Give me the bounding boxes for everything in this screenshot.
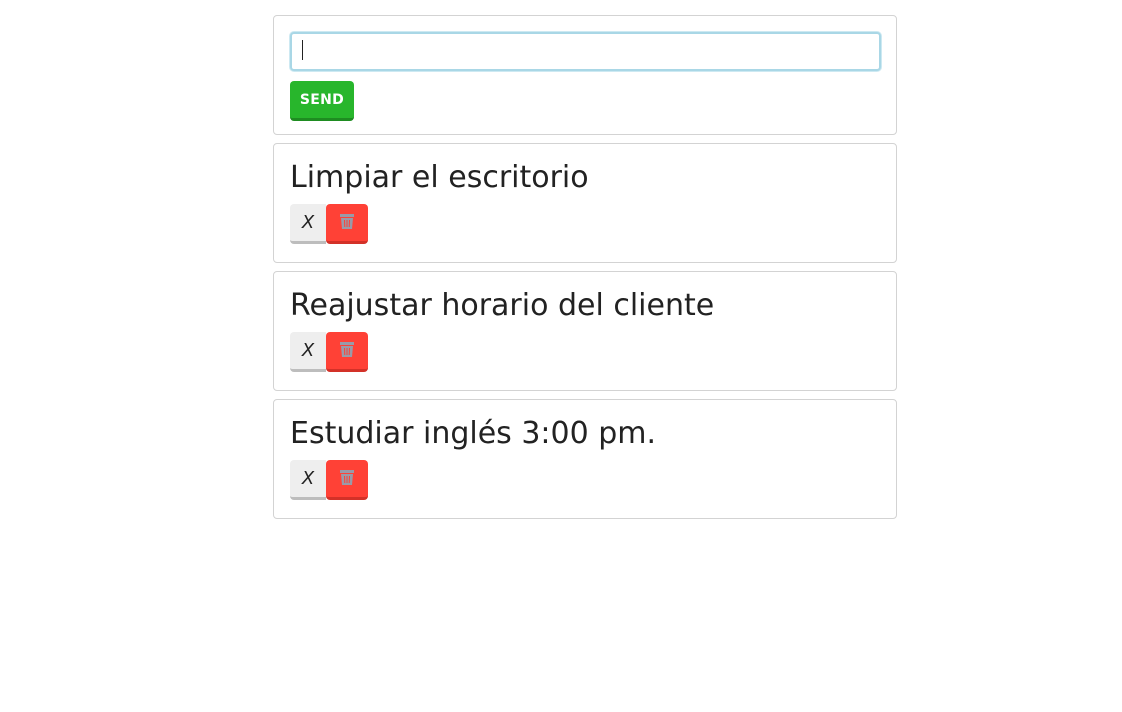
complete-task-button[interactable]: X (290, 204, 326, 244)
task-title: Limpiar el escritorio (290, 160, 589, 195)
text-caret (302, 40, 303, 60)
task-actions: X (290, 204, 880, 244)
delete-task-button[interactable] (326, 204, 368, 244)
delete-task-button[interactable] (326, 460, 368, 500)
task-title: Reajustar horario del cliente (290, 288, 715, 323)
task-actions: X (290, 460, 880, 500)
task-actions: X (290, 332, 880, 372)
trash-icon (340, 342, 354, 357)
task-form: Send (273, 15, 897, 135)
complete-task-button[interactable]: X (290, 460, 326, 500)
task-input[interactable] (290, 32, 881, 71)
task-title: Estudiar inglés 3:00 pm. (290, 416, 657, 451)
send-button[interactable]: Send (290, 81, 354, 121)
delete-task-button[interactable] (326, 332, 368, 372)
trash-icon (340, 214, 354, 229)
todo-app: Send Limpiar el escritorio X Reajustar h… (273, 15, 897, 527)
task-card: Limpiar el escritorio X (273, 143, 897, 263)
task-card: Reajustar horario del cliente X (273, 271, 897, 391)
task-card: Estudiar inglés 3:00 pm. X (273, 399, 897, 519)
trash-icon (340, 470, 354, 485)
complete-task-button[interactable]: X (290, 332, 326, 372)
